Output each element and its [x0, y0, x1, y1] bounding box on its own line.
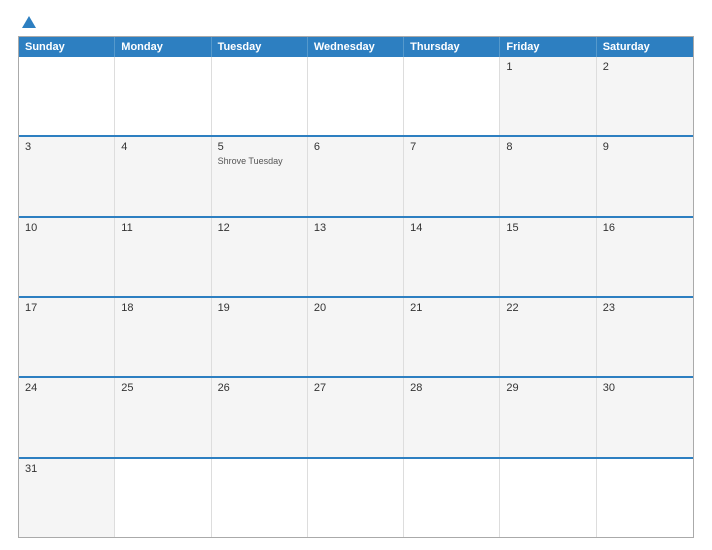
- cal-cell: 22: [500, 298, 596, 376]
- cal-cell: 31: [19, 459, 115, 537]
- day-number: 20: [314, 302, 326, 314]
- cal-cell: [597, 459, 693, 537]
- week-row-6: 31: [19, 457, 693, 537]
- cal-cell: [308, 57, 404, 135]
- cal-cell: 20: [308, 298, 404, 376]
- day-number: 11: [121, 222, 132, 234]
- cal-cell: [404, 459, 500, 537]
- header-day-wednesday: Wednesday: [308, 37, 404, 57]
- cal-cell: 19: [212, 298, 308, 376]
- cal-cell: 21: [404, 298, 500, 376]
- day-number: 12: [218, 222, 230, 234]
- cal-cell: [19, 57, 115, 135]
- day-number: 30: [603, 382, 615, 394]
- day-number: 2: [603, 61, 609, 73]
- day-number: 22: [506, 302, 518, 314]
- holiday-name: Shrove Tuesday: [218, 156, 283, 167]
- cal-cell: 3: [19, 137, 115, 215]
- cal-cell: 10: [19, 218, 115, 296]
- week-row-4: 17 18 19 20 21 22 23: [19, 296, 693, 376]
- cal-cell: 28: [404, 378, 500, 456]
- day-number: 29: [506, 382, 518, 394]
- header-day-thursday: Thursday: [404, 37, 500, 57]
- cal-cell: [115, 459, 211, 537]
- cal-cell: 14: [404, 218, 500, 296]
- cal-cell: 16: [597, 218, 693, 296]
- month-title: [36, 16, 634, 18]
- header-day-sunday: Sunday: [19, 37, 115, 57]
- day-number: 23: [603, 302, 615, 314]
- day-number: 19: [218, 302, 230, 314]
- cal-cell: [404, 57, 500, 135]
- header-day-saturday: Saturday: [597, 37, 693, 57]
- logo: [18, 16, 36, 28]
- logo-row: [18, 16, 36, 28]
- cal-cell: 24: [19, 378, 115, 456]
- day-number: 7: [410, 141, 416, 153]
- day-number: 1: [506, 61, 512, 73]
- day-number: 27: [314, 382, 326, 394]
- country-label: [634, 16, 694, 22]
- cal-cell: 26: [212, 378, 308, 456]
- week-row-2: 3 4 5 Shrove Tuesday 6 7 8 9: [19, 135, 693, 215]
- week-row-5: 24 25 26 27 28 29 30: [19, 376, 693, 456]
- cal-cell: 4: [115, 137, 211, 215]
- header-day-monday: Monday: [115, 37, 211, 57]
- cal-cell: [500, 459, 596, 537]
- cal-cell: 27: [308, 378, 404, 456]
- cal-cell: 30: [597, 378, 693, 456]
- cal-cell: 8: [500, 137, 596, 215]
- day-number: 6: [314, 141, 320, 153]
- header-day-tuesday: Tuesday: [212, 37, 308, 57]
- cal-cell: 15: [500, 218, 596, 296]
- cal-cell: 23: [597, 298, 693, 376]
- day-number: 8: [506, 141, 512, 153]
- cal-cell: 25: [115, 378, 211, 456]
- cal-cell: 1: [500, 57, 596, 135]
- cal-cell: 2: [597, 57, 693, 135]
- day-number: 4: [121, 141, 127, 153]
- header-day-friday: Friday: [500, 37, 596, 57]
- calendar-header: SundayMondayTuesdayWednesdayThursdayFrid…: [19, 37, 693, 57]
- day-number: 15: [506, 222, 518, 234]
- calendar-body: 12345Shrove Tuesday678910111213141516171…: [19, 57, 693, 537]
- cal-cell: 11: [115, 218, 211, 296]
- calendar: SundayMondayTuesdayWednesdayThursdayFrid…: [18, 36, 694, 538]
- day-number: 17: [25, 302, 37, 314]
- cal-cell: [212, 57, 308, 135]
- day-number: 21: [410, 302, 422, 314]
- day-number: 10: [25, 222, 37, 234]
- day-number: 5: [218, 141, 224, 153]
- day-number: 9: [603, 141, 609, 153]
- calendar-page: SundayMondayTuesdayWednesdayThursdayFrid…: [0, 0, 712, 550]
- header: [18, 16, 694, 28]
- day-number: 24: [25, 382, 37, 394]
- cal-cell: 29: [500, 378, 596, 456]
- day-number: 31: [25, 463, 37, 475]
- cal-cell: 12: [212, 218, 308, 296]
- week-row-3: 10 11 12 13 14 15 16: [19, 216, 693, 296]
- day-number: 28: [410, 382, 422, 394]
- day-number: 26: [218, 382, 230, 394]
- day-number: 18: [121, 302, 133, 314]
- cal-cell: [308, 459, 404, 537]
- day-number: 13: [314, 222, 326, 234]
- cal-cell: 9: [597, 137, 693, 215]
- day-number: 3: [25, 141, 31, 153]
- day-number: 25: [121, 382, 133, 394]
- cal-cell: [212, 459, 308, 537]
- cal-cell: 5 Shrove Tuesday: [212, 137, 308, 215]
- cal-cell: 17: [19, 298, 115, 376]
- week-row-1: 12: [19, 57, 693, 135]
- day-number: 16: [603, 222, 615, 234]
- day-number: 14: [410, 222, 422, 234]
- cal-cell: [115, 57, 211, 135]
- logo-triangle-icon: [22, 16, 36, 28]
- cal-cell: 13: [308, 218, 404, 296]
- cal-cell: 18: [115, 298, 211, 376]
- cal-cell: 7: [404, 137, 500, 215]
- cal-cell: 6: [308, 137, 404, 215]
